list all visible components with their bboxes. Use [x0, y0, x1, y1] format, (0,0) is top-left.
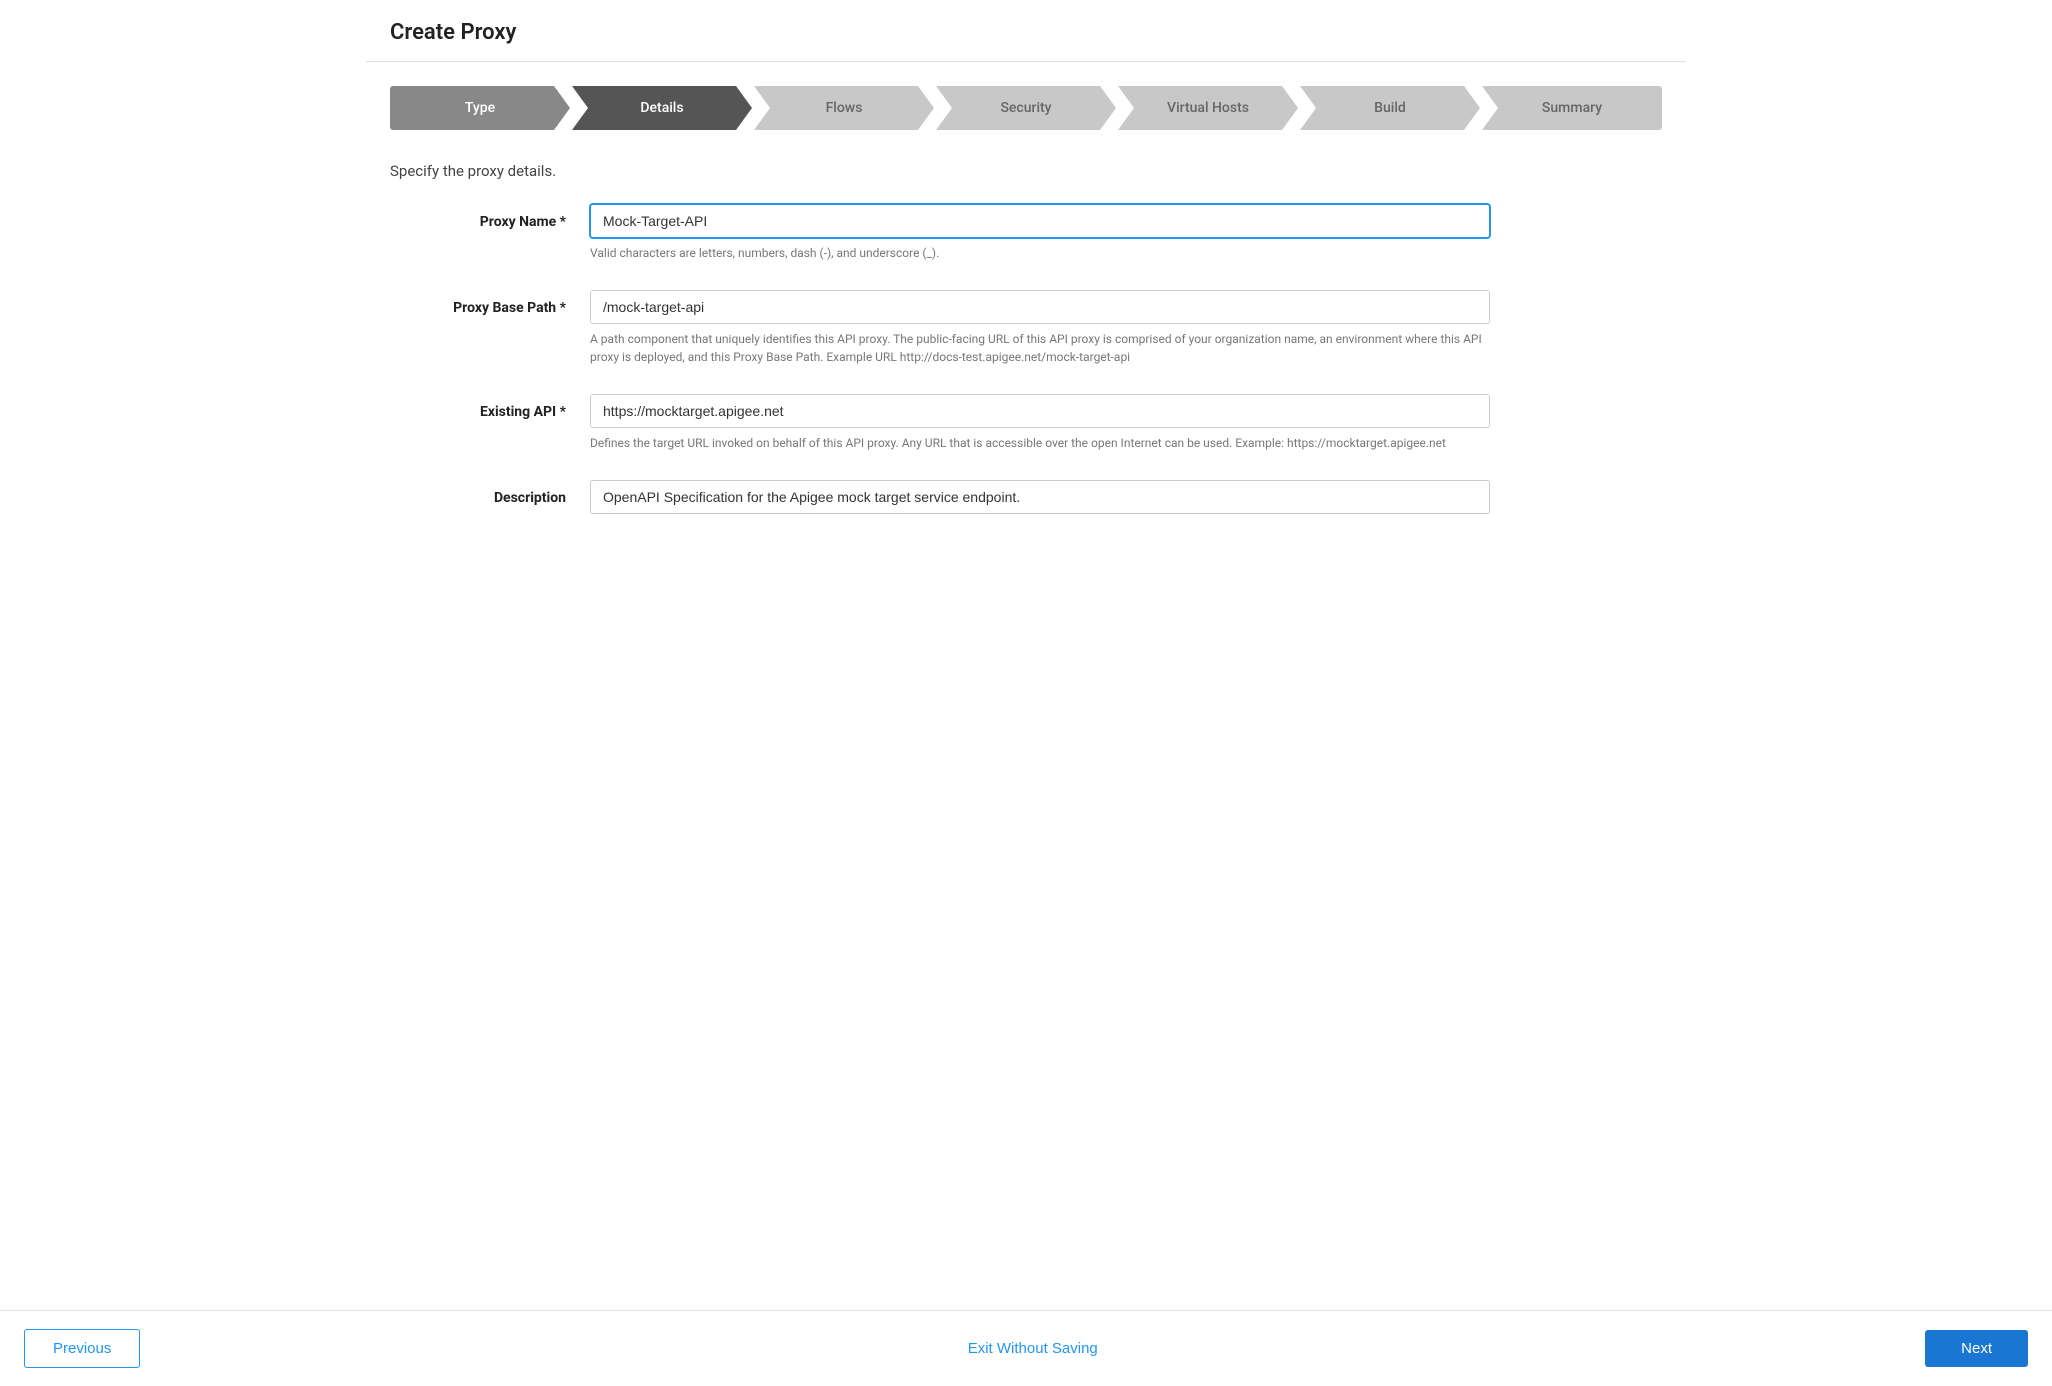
- stepper: Type Details Flows Security Virtual Host…: [390, 86, 1662, 130]
- proxy-details-form: Proxy Name * Valid characters are letter…: [390, 204, 1490, 514]
- previous-button[interactable]: Previous: [24, 1329, 140, 1368]
- step-summary[interactable]: Summary: [1482, 86, 1662, 130]
- proxy-name-field-wrapper: Valid characters are letters, numbers, d…: [590, 204, 1490, 262]
- step-build[interactable]: Build: [1300, 86, 1480, 130]
- existing-api-input[interactable]: [590, 394, 1490, 428]
- existing-api-hint: Defines the target URL invoked on behalf…: [590, 434, 1490, 452]
- proxy-base-path-row: Proxy Base Path * A path component that …: [390, 290, 1490, 366]
- description-input[interactable]: [590, 480, 1490, 514]
- step-details[interactable]: Details: [572, 86, 752, 130]
- proxy-name-input[interactable]: [590, 204, 1490, 238]
- existing-api-label: Existing API *: [390, 394, 590, 420]
- proxy-name-label: Proxy Name *: [390, 204, 590, 230]
- description-label: Description: [390, 480, 590, 506]
- description-row: Description: [390, 480, 1490, 514]
- proxy-name-hint: Valid characters are letters, numbers, d…: [590, 244, 1490, 262]
- step-flows[interactable]: Flows: [754, 86, 934, 130]
- description-field-wrapper: [590, 480, 1490, 514]
- proxy-name-row: Proxy Name * Valid characters are letter…: [390, 204, 1490, 262]
- footer: Previous Exit Without Saving Next: [0, 1310, 2052, 1386]
- proxy-base-path-label: Proxy Base Path *: [390, 290, 590, 316]
- step-virtual-hosts[interactable]: Virtual Hosts: [1118, 86, 1298, 130]
- exit-button[interactable]: Exit Without Saving: [968, 1340, 1098, 1357]
- existing-api-row: Existing API * Defines the target URL in…: [390, 394, 1490, 452]
- step-security[interactable]: Security: [936, 86, 1116, 130]
- form-subtitle: Specify the proxy details.: [390, 162, 1662, 180]
- step-type[interactable]: Type: [390, 86, 570, 130]
- proxy-base-path-input[interactable]: [590, 290, 1490, 324]
- proxy-base-path-hint: A path component that uniquely identifie…: [590, 330, 1490, 366]
- existing-api-field-wrapper: Defines the target URL invoked on behalf…: [590, 394, 1490, 452]
- page-title: Create Proxy: [390, 20, 1662, 45]
- next-button[interactable]: Next: [1925, 1330, 2028, 1367]
- proxy-base-path-field-wrapper: A path component that uniquely identifie…: [590, 290, 1490, 366]
